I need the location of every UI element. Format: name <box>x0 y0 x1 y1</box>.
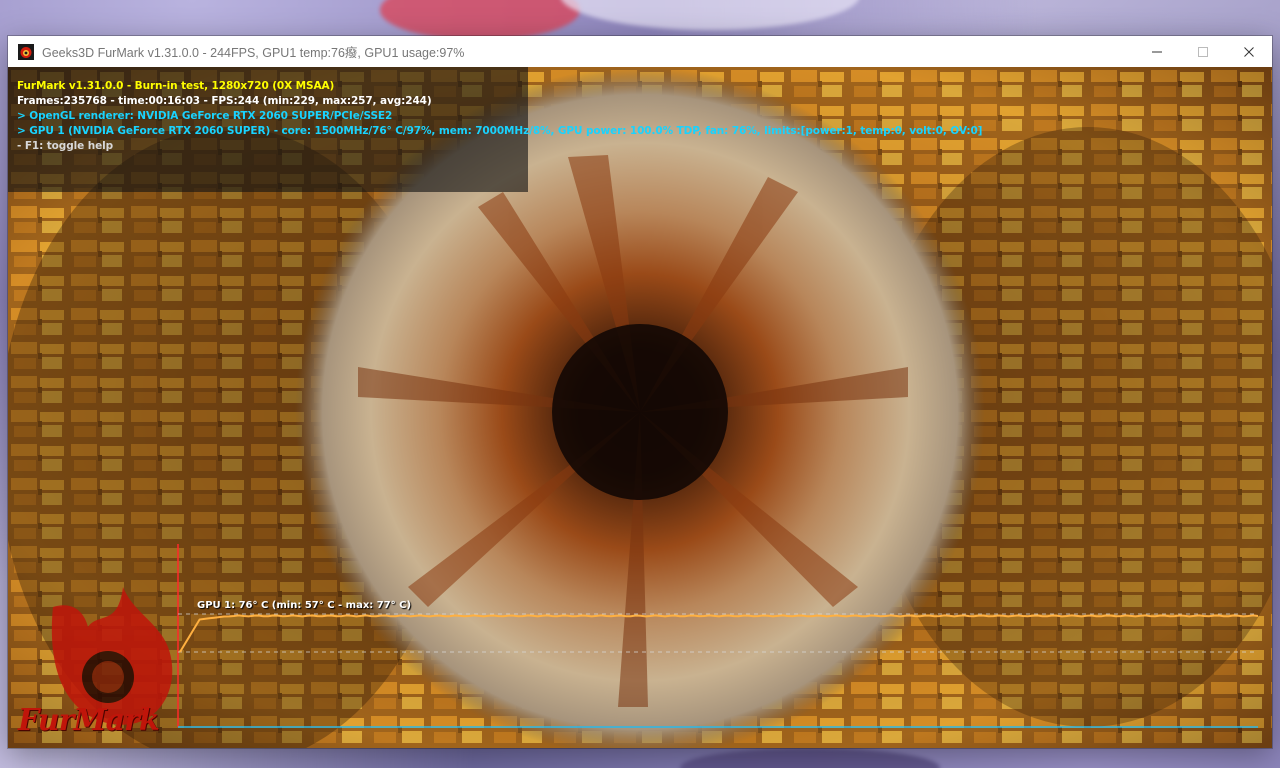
maximize-icon <box>1198 46 1208 57</box>
window-title: Geeks3D FurMark v1.31.0.0 - 244FPS, GPU1… <box>42 46 465 60</box>
minimize-icon <box>1152 51 1162 52</box>
maximize-button[interactable] <box>1180 36 1226 67</box>
window-controls <box>1134 36 1272 67</box>
minimize-button[interactable] <box>1134 36 1180 67</box>
furmark-app-icon[interactable] <box>18 43 34 60</box>
close-button[interactable] <box>1226 36 1272 67</box>
temperature-graph <box>177 544 1259 728</box>
render-viewport[interactable]: FurMark v1.31.0.0 - Burn-in test, 1280x7… <box>8 67 1272 748</box>
wallpaper-shape <box>380 0 580 40</box>
furmark-window: Geeks3D FurMark v1.31.0.0 - 244FPS, GPU1… <box>8 36 1272 748</box>
title-bar[interactable]: Geeks3D FurMark v1.31.0.0 - 244FPS, GPU1… <box>8 36 1272 67</box>
wallpaper-shape <box>680 748 940 768</box>
temperature-curve <box>179 614 1259 653</box>
wallpaper-shape <box>560 0 860 30</box>
temperature-label: GPU 1: 76° C (min: 57° C - max: 77° C) <box>197 600 412 611</box>
close-icon <box>1244 46 1254 57</box>
furmark-logo-text: FurMark <box>18 703 160 738</box>
